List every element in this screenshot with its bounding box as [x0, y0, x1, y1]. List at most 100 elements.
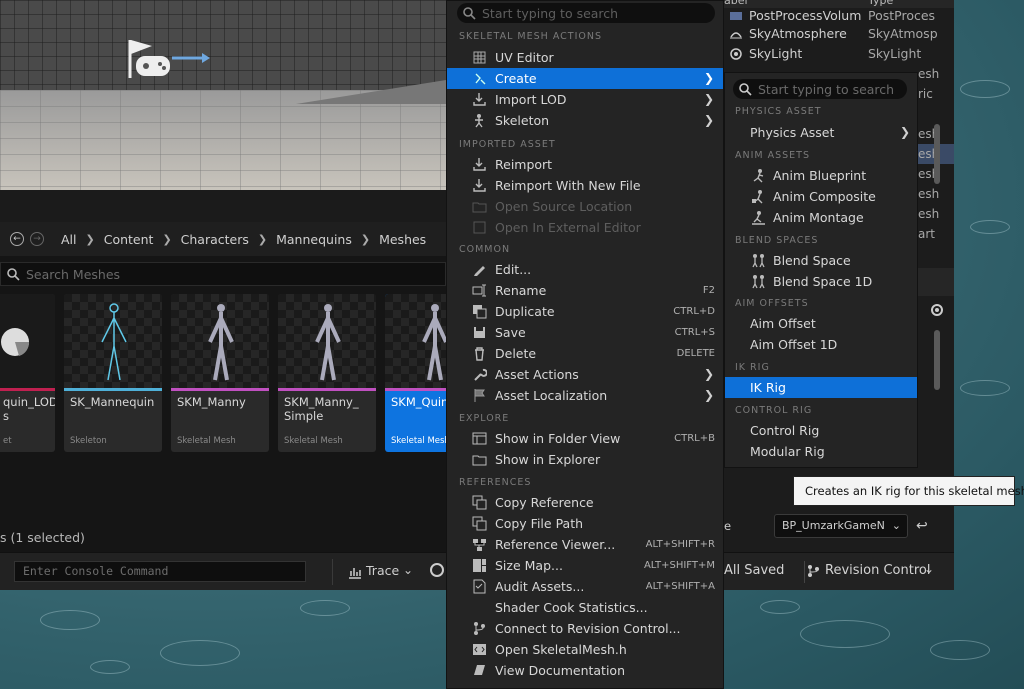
outliner-row[interactable]: SkyAtmosphere SkyAtmosp — [724, 24, 954, 44]
menu-item-shader-cook-statistics[interactable]: Shader Cook Statistics... — [447, 597, 723, 618]
menu-item-show-in-explorer[interactable]: Show in Explorer — [447, 449, 723, 470]
duplicate-icon — [472, 304, 487, 319]
submenu-item-modular-rig[interactable]: Modular Rig — [725, 441, 917, 462]
save-icon — [472, 325, 487, 340]
breadcrumb-item[interactable]: Characters — [178, 232, 252, 247]
menu-item-open-external-editor: Open In External Editor — [447, 217, 723, 238]
outliner-row[interactable]: PostProcessVolum PostProces — [724, 6, 954, 26]
menu-item-asset-actions[interactable]: Asset Actions ❯ — [447, 364, 723, 385]
game-mode-select[interactable]: BP_UmzarkGameN ⌄ — [774, 514, 908, 538]
all-saved-button[interactable]: All Saved — [724, 563, 784, 578]
submenu-item-blend-space[interactable]: Blend Space — [725, 250, 917, 271]
asset-tile[interactable]: SKM_Manny_ Simple Skeletal Mesh — [278, 294, 376, 452]
blend-space-icon — [751, 253, 766, 268]
submenu-item-physics-asset[interactable]: Physics Asset ❯ — [725, 122, 917, 143]
menu-item-reimport-new-file[interactable]: Reimport With New File — [447, 175, 723, 196]
copy-icon — [472, 495, 487, 510]
asset-tile[interactable]: SKM_Manny Skeletal Mesh — [171, 294, 269, 452]
breadcrumb-item[interactable]: All — [58, 232, 80, 247]
outliner-type-fragment: esh — [918, 187, 940, 201]
menu-item-copy-file-path[interactable]: Copy File Path — [447, 513, 723, 534]
submenu-item-anim-blueprint[interactable]: Anim Blueprint — [725, 165, 917, 186]
blend-space-1d-icon — [751, 274, 766, 289]
menu-item-open-header[interactable]: Open SkeletalMesh.h — [447, 639, 723, 660]
editor-window: ← → All ❯ Content ❯ Characters ❯ Mannequ… — [0, 0, 483, 590]
documentation-icon — [472, 663, 487, 678]
menu-item-label: UV Editor — [495, 50, 554, 65]
shortcut-label: CTRL+B — [674, 433, 715, 444]
menu-item-label: Skeleton — [495, 113, 550, 128]
submenu-item-aim-offset-1d[interactable]: Aim Offset 1D — [725, 334, 917, 355]
menu-item-size-map[interactable]: Size Map... ALT+SHIFT+M — [447, 555, 723, 576]
menu-item-reimport[interactable]: Reimport — [447, 154, 723, 175]
menu-item-reference-viewer[interactable]: Reference Viewer... ALT+SHIFT+R — [447, 534, 723, 555]
menu-item-delete[interactable]: Delete DELETE — [447, 343, 723, 364]
menu-item-import-lod[interactable]: Import LOD ❯ — [447, 89, 723, 110]
menu-item-duplicate[interactable]: Duplicate CTRL+D — [447, 301, 723, 322]
trace-button[interactable]: Trace — [366, 563, 399, 578]
ripple — [960, 380, 1010, 396]
record-icon[interactable] — [430, 563, 444, 577]
submenu-search-input[interactable]: Start typing to search — [733, 79, 907, 99]
menu-item-connect-revision-control[interactable]: Connect to Revision Control... — [447, 618, 723, 639]
section-header: BLEND SPACES — [735, 235, 819, 246]
reset-arrow-icon[interactable]: ↩ — [916, 518, 928, 534]
chevron-right-icon: ❯ — [703, 71, 714, 85]
asset-search-input[interactable]: Search Meshes — [0, 262, 446, 286]
breadcrumb-item[interactable]: Content — [101, 232, 157, 247]
player-start-icon[interactable] — [124, 36, 214, 82]
submenu-item-control-rig[interactable]: Control Rig — [725, 420, 917, 441]
asset-tile[interactable]: quin_LOD s et — [0, 294, 55, 452]
search-icon — [739, 82, 752, 96]
menu-item-rename[interactable]: Rename F2 — [447, 280, 723, 301]
outliner-row[interactable]: SkyLight SkyLight — [724, 44, 954, 64]
menu-item-create[interactable]: Create ❯ — [447, 68, 723, 89]
menu-item-audit-assets[interactable]: Audit Assets... ALT+SHIFT+A — [447, 576, 723, 597]
asset-tile[interactable]: SK_Mannequin Skeleton — [64, 294, 162, 452]
submenu-item-ik-rig[interactable]: IK Rig — [725, 377, 917, 398]
ripple — [800, 620, 890, 648]
breadcrumb-item[interactable]: Meshes — [376, 232, 429, 247]
menu-item-skeleton[interactable]: Skeleton ❯ — [447, 110, 723, 131]
forward-arrow-icon[interactable]: → — [30, 232, 44, 246]
menu-search-input[interactable]: Start typing to search — [457, 3, 715, 23]
submenu-item-aim-offset[interactable]: Aim Offset — [725, 313, 917, 334]
menu-item-view-documentation[interactable]: View Documentation — [447, 660, 723, 681]
chevron-down-icon: ⌄ — [891, 519, 901, 532]
back-arrow-icon[interactable]: ← — [10, 232, 24, 246]
revision-control-button[interactable]: Revision Control — [825, 563, 930, 578]
menu-item-label: Create — [495, 71, 537, 86]
anim-composite-icon — [751, 189, 766, 204]
breadcrumb-item[interactable]: Mannequins — [273, 232, 355, 247]
menu-search-placeholder: Start typing to search — [482, 5, 619, 21]
section-header: COMMON — [459, 244, 511, 255]
asset-type: et — [3, 436, 12, 446]
outliner-scrollbar[interactable] — [934, 124, 940, 184]
trace-icon — [348, 565, 362, 579]
details-scrollbar[interactable] — [934, 330, 940, 390]
outliner-type-fragment: esh — [918, 67, 940, 81]
level-viewport[interactable] — [0, 0, 446, 190]
console-command-input[interactable]: Enter Console Command — [14, 561, 306, 582]
submenu-item-anim-composite[interactable]: Anim Composite — [725, 186, 917, 207]
revision-control-icon — [472, 621, 487, 636]
submenu-item-label: Anim Composite — [773, 189, 876, 204]
menu-item-asset-localization[interactable]: Asset Localization ❯ — [447, 385, 723, 406]
menu-item-show-in-folder-view[interactable]: Show in Folder View CTRL+B — [447, 428, 723, 449]
settings-gear-icon[interactable] — [929, 302, 945, 318]
submenu-item-blend-space-1d[interactable]: Blend Space 1D — [725, 271, 917, 292]
asset-thumbnail — [278, 294, 376, 388]
menu-item-label: Open In External Editor — [495, 220, 641, 235]
menu-item-edit[interactable]: Edit... — [447, 259, 723, 280]
submenu-item-label: Anim Blueprint — [773, 168, 867, 183]
shortcut-label: DELETE — [676, 348, 715, 359]
menu-item-label: Open SkeletalMesh.h — [495, 642, 627, 657]
outliner-type-fragment: art — [918, 227, 935, 241]
import-icon — [472, 92, 487, 107]
uv-editor-icon — [472, 50, 487, 65]
menu-item-save[interactable]: Save CTRL+S — [447, 322, 723, 343]
section-header: ANIM ASSETS — [735, 150, 811, 161]
submenu-item-anim-montage[interactable]: Anim Montage — [725, 207, 917, 228]
menu-item-uv-editor[interactable]: UV Editor — [447, 47, 723, 68]
menu-item-copy-reference[interactable]: Copy Reference — [447, 492, 723, 513]
